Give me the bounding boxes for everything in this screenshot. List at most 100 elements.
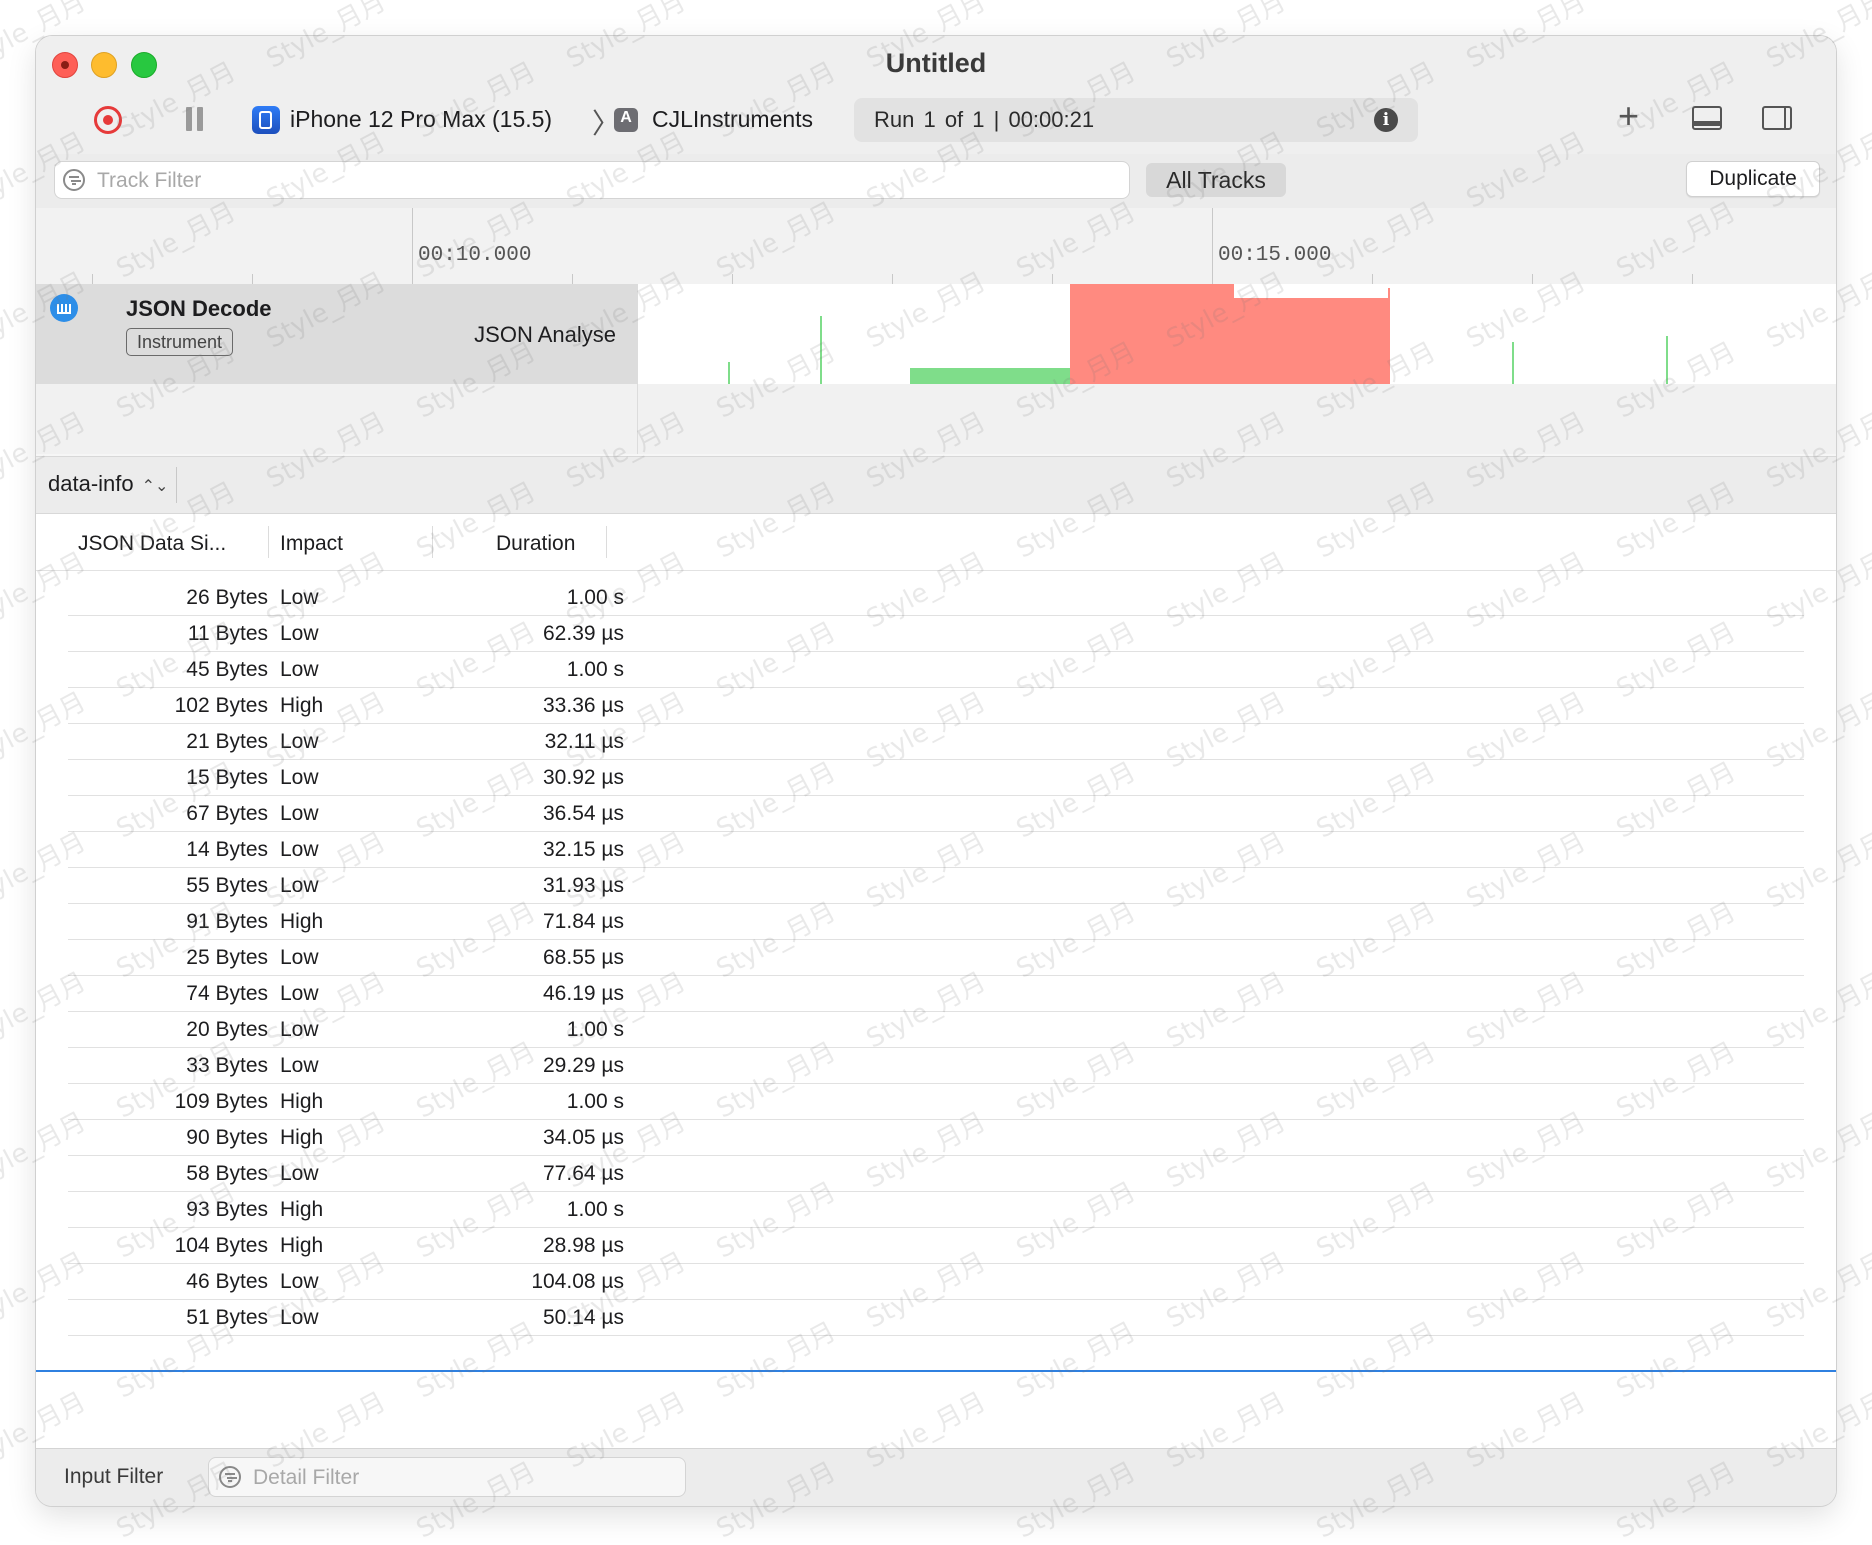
ruler-tick <box>252 274 253 284</box>
table-row[interactable]: 15 Bytes Low 30.92 µs <box>68 760 1804 796</box>
updown-chevron-icon: ⌃⌄ <box>141 478 169 495</box>
size-cell: 102 Bytes <box>174 694 268 717</box>
column-header-duration[interactable]: Duration <box>496 532 575 556</box>
table-row[interactable]: 109 Bytes High 1.00 s <box>68 1084 1804 1120</box>
duration-cell: 30.92 µs <box>543 766 624 789</box>
track-filter-bar: All Tracks Duplicate <box>36 154 1836 209</box>
size-cell: 20 Bytes <box>186 1018 268 1041</box>
toolbar: Untitled iPhone 12 Pro Max (15.5) 〉 CJLI… <box>36 36 1836 155</box>
table-row[interactable]: 45 Bytes Low 1.00 s <box>68 652 1804 688</box>
selection-line <box>36 1370 1836 1372</box>
ruler-tick <box>1212 208 1213 284</box>
ruler-tick <box>1532 274 1533 284</box>
size-cell: 74 Bytes <box>186 982 268 1005</box>
table-row[interactable]: 58 Bytes Low 77.64 µs <box>68 1156 1804 1192</box>
plus-icon[interactable]: + <box>1618 96 1639 136</box>
impact-cell: Low <box>280 1054 319 1077</box>
timeline-ruler[interactable]: 00:10.000 00:15.000 <box>36 208 1836 285</box>
size-cell: 25 Bytes <box>186 946 268 969</box>
pause-icon[interactable] <box>184 107 206 131</box>
duration-cell: 32.15 µs <box>543 838 624 861</box>
duration-cell: 50.14 µs <box>543 1306 624 1329</box>
input-filter-button[interactable]: Input Filter <box>64 1465 163 1489</box>
size-cell: 45 Bytes <box>186 658 268 681</box>
size-cell: 93 Bytes <box>186 1198 268 1221</box>
duration-cell: 77.64 µs <box>543 1162 624 1185</box>
table-row[interactable]: 46 Bytes Low 104.08 µs <box>68 1264 1804 1300</box>
instrument-icon <box>50 294 78 322</box>
duration-cell: 36.54 µs <box>543 802 624 825</box>
track-header-json-decode[interactable]: JSON Decode Instrument JSON Analyse <box>36 284 638 384</box>
track-filter-field[interactable] <box>54 161 1130 199</box>
event-mark-low <box>1512 342 1514 384</box>
table-row[interactable]: 55 Bytes Low 31.93 µs <box>68 868 1804 904</box>
table-row[interactable]: 20 Bytes Low 1.00 s <box>68 1012 1804 1048</box>
duration-cell: 1.00 s <box>566 658 624 681</box>
duplicate-button[interactable]: Duplicate <box>1686 161 1820 197</box>
filter-icon <box>63 169 85 191</box>
impact-cell: Low <box>280 838 319 861</box>
table-row[interactable]: 91 Bytes High 71.84 µs <box>68 904 1804 940</box>
size-cell: 90 Bytes <box>186 1126 268 1149</box>
size-cell: 21 Bytes <box>186 730 268 753</box>
column-divider[interactable] <box>268 526 269 558</box>
all-tracks-button[interactable]: All Tracks <box>1146 163 1286 197</box>
impact-cell: Low <box>280 1162 319 1185</box>
table-row[interactable]: 67 Bytes Low 36.54 µs <box>68 796 1804 832</box>
table-row[interactable]: 104 Bytes High 28.98 µs <box>68 1228 1804 1264</box>
size-cell: 14 Bytes <box>186 838 268 861</box>
app-icon[interactable] <box>614 108 638 132</box>
table-row[interactable]: 14 Bytes Low 32.15 µs <box>68 832 1804 868</box>
impact-cell: Low <box>280 802 319 825</box>
track-filter-input[interactable] <box>95 166 1119 196</box>
event-block-high <box>1070 284 1234 384</box>
device-selector[interactable]: iPhone 12 Pro Max (15.5) <box>290 106 552 133</box>
table-row[interactable]: 11 Bytes Low 62.39 µs <box>68 616 1804 652</box>
column-header-json-size[interactable]: JSON Data Si... <box>78 532 226 556</box>
event-mark-low <box>820 316 822 384</box>
table-row[interactable]: 51 Bytes Low 50.14 µs <box>68 1300 1804 1336</box>
detail-view-label: data-info <box>48 471 134 496</box>
right-panel-icon[interactable] <box>1762 106 1792 130</box>
table-row[interactable]: 25 Bytes Low 68.55 µs <box>68 940 1804 976</box>
detail-view-selector[interactable]: data-info ⌃⌄ <box>48 471 168 497</box>
table-row[interactable]: 102 Bytes High 33.36 µs <box>68 688 1804 724</box>
ruler-tick <box>412 208 413 284</box>
info-icon[interactable]: i <box>1374 108 1398 132</box>
size-cell: 15 Bytes <box>186 766 268 789</box>
size-cell: 55 Bytes <box>186 874 268 897</box>
impact-cell: Low <box>280 586 319 609</box>
table-header: JSON Data Si... Impact Duration <box>36 514 1836 571</box>
column-divider[interactable] <box>432 526 433 558</box>
table-row[interactable]: 74 Bytes Low 46.19 µs <box>68 976 1804 1012</box>
event-block-high <box>1234 298 1390 384</box>
size-cell: 91 Bytes <box>186 910 268 933</box>
size-cell: 33 Bytes <box>186 1054 268 1077</box>
detail-filter-input[interactable] <box>251 1463 675 1493</box>
impact-cell: Low <box>280 982 319 1005</box>
table-row[interactable]: 21 Bytes Low 32.11 µs <box>68 724 1804 760</box>
table-row[interactable]: 93 Bytes High 1.00 s <box>68 1192 1804 1228</box>
detail-view-bar: data-info ⌃⌄ <box>36 456 1836 514</box>
run-status: Run 1 of 1 | 00:00:21 i <box>854 98 1418 142</box>
table-row[interactable]: 33 Bytes Low 29.29 µs <box>68 1048 1804 1084</box>
table-row[interactable]: 26 Bytes Low 1.00 s <box>68 580 1804 616</box>
column-divider[interactable] <box>606 526 607 558</box>
detail-filter-field[interactable] <box>208 1457 686 1497</box>
duration-cell: 1.00 s <box>566 1018 624 1041</box>
event-mark-low <box>728 362 730 384</box>
size-cell: 26 Bytes <box>186 586 268 609</box>
impact-cell: High <box>280 1090 324 1113</box>
target-app-selector[interactable]: CJLInstruments <box>652 106 813 133</box>
track-graph[interactable] <box>638 284 1836 385</box>
column-header-impact[interactable]: Impact <box>280 532 343 556</box>
table-row[interactable]: 90 Bytes High 34.05 µs <box>68 1120 1804 1156</box>
ruler-label: 00:15.000 <box>1218 244 1332 267</box>
ruler-tick <box>1372 274 1373 284</box>
bottom-panel-icon[interactable] <box>1692 106 1722 130</box>
device-icon[interactable] <box>252 106 280 134</box>
size-cell: 58 Bytes <box>186 1162 268 1185</box>
record-icon[interactable] <box>94 106 122 134</box>
size-cell: 67 Bytes <box>186 802 268 825</box>
track-title: JSON Decode <box>126 296 272 321</box>
